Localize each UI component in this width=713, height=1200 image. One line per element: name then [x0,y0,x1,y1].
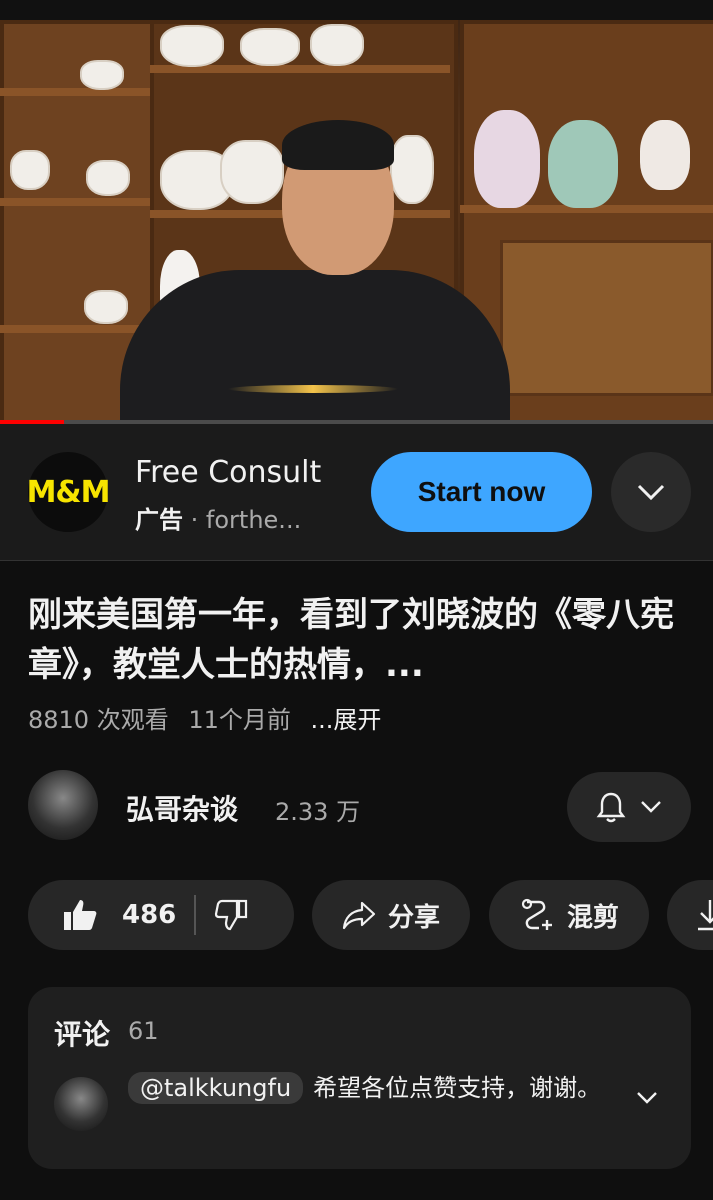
like-dislike-group: 486 [28,880,294,950]
like-button[interactable]: 486 [28,898,176,932]
shelf [0,198,150,206]
download-button[interactable] [667,880,713,950]
like-count: 486 [122,900,177,930]
download-icon [698,900,713,931]
bell-icon [596,792,626,823]
remix-icon [521,898,552,930]
vase [548,120,618,208]
teapot [240,28,300,66]
channel-name[interactable]: 弘哥杂谈 [126,788,238,828]
shelf [0,325,150,333]
teacup [10,150,50,190]
chevron-down-icon [641,801,661,813]
thumbs-up-icon [64,900,97,930]
remix-label: 混剪 [566,902,619,933]
expand-description[interactable]: ...展开 [311,706,382,734]
comments-title: 评论 [54,1018,111,1051]
subscription-bell-button[interactable] [567,772,691,842]
teacup [86,160,130,196]
ad-label: 广告 [135,506,183,534]
like-divider [194,895,197,935]
status-bar [0,0,713,20]
comment-text: 希望各位点赞支持，谢谢。 [313,1074,602,1102]
ad-subtitle: 广告 · forthe... [135,500,301,535]
thumbs-down-icon [215,899,248,931]
dislike-button[interactable] [214,899,248,931]
shelf [0,88,150,96]
teapot [310,24,364,66]
video-title[interactable]: 刚来美国第一年，看到了刘晓波的《零八宪章》，教堂人士的热情，... [28,590,698,690]
advertiser-logo-text: M&M [26,474,111,510]
view-count: 8810 次观看 [28,706,169,734]
ad-separator: · [190,506,199,534]
video-meta[interactable]: 8810 次观看 11个月前 ...展开 [28,700,393,735]
speaker-body [120,270,510,424]
speaker-hair [282,120,394,170]
shirt-print [228,385,398,393]
commenter-avatar [54,1077,108,1131]
channel-avatar[interactable] [28,770,98,840]
share-button[interactable]: 分享 [312,880,470,950]
teacup [84,290,128,324]
chevron-down-icon [637,484,665,501]
advertiser-logo[interactable]: M&M [26,452,111,532]
teapot [160,25,224,67]
video-player[interactable] [0,0,713,424]
teacup [80,60,124,90]
share-label: 分享 [387,902,440,933]
comments-count: 61 [128,1017,159,1045]
ad-expand-button[interactable] [611,452,691,532]
vase [640,120,690,190]
remix-button[interactable]: 混剪 [489,880,649,950]
share-icon [342,901,376,930]
comment-handle: @talkkungfu [128,1072,304,1104]
cabinet-door [500,240,713,396]
ad-title[interactable]: Free Consult [135,455,321,490]
upload-age: 11个月前 [188,706,291,734]
start-now-button[interactable]: Start now [371,452,592,532]
ad-domain: forthe... [205,506,302,534]
top-comment: @talkkungfu 希望各位点赞支持，谢谢。 [128,1067,608,1109]
comments-panel[interactable]: 评论 61 @talkkungfu 希望各位点赞支持，谢谢。 [28,987,691,1169]
chevron-down-icon[interactable] [636,1091,658,1105]
teapot [220,140,284,204]
vase [474,110,540,208]
subscriber-count: 2.33 万 [275,798,361,826]
vase [390,135,434,204]
